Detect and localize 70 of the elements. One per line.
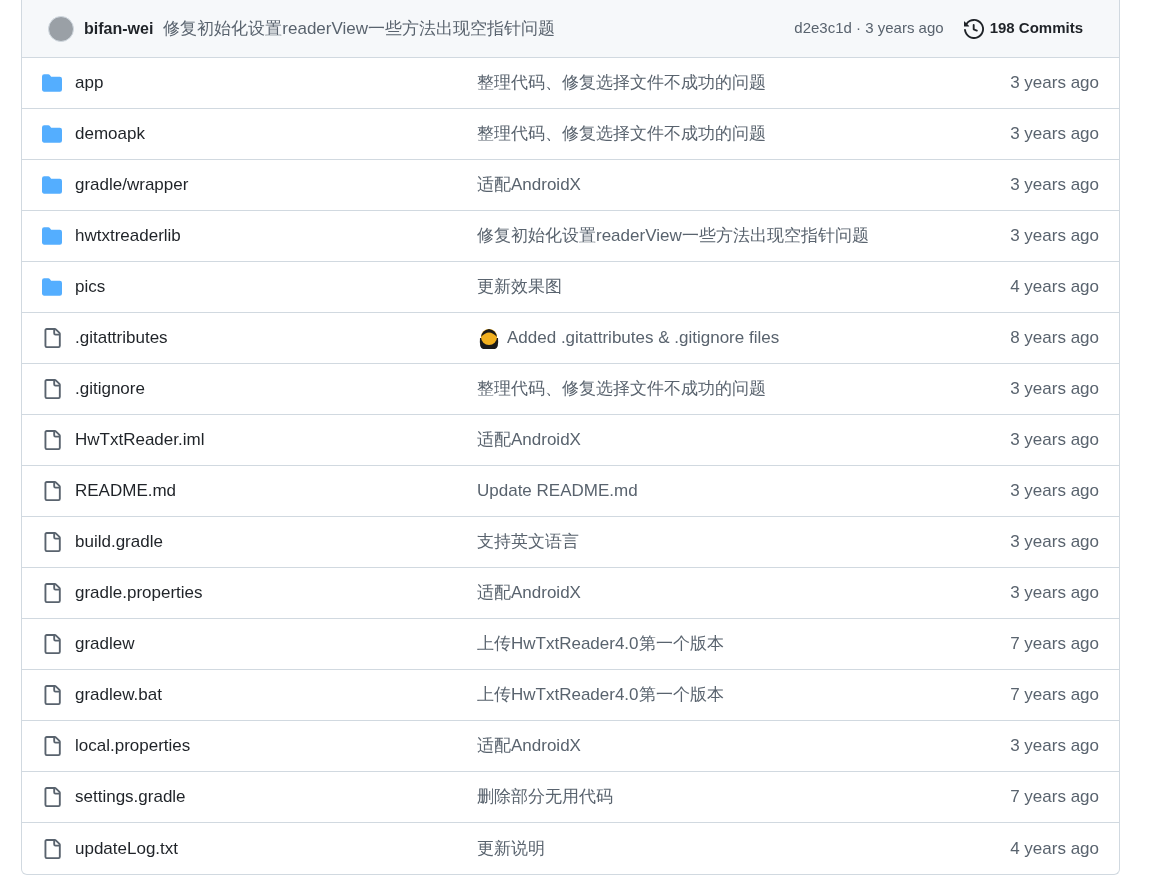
commit-time: 4 years ago xyxy=(1010,276,1099,299)
file-icon xyxy=(42,634,62,654)
file-icon xyxy=(42,532,62,552)
commit-message-link[interactable]: 整理代码、修复选择文件不成功的问题 xyxy=(477,70,766,96)
file-icon xyxy=(42,328,62,348)
file-icon xyxy=(42,787,62,807)
folder-icon xyxy=(42,277,62,297)
commits-link[interactable]: 198 Commits xyxy=(963,17,1083,40)
commit-time: 8 years ago xyxy=(1010,327,1099,350)
file-link[interactable]: gradlew xyxy=(75,634,135,654)
folder-icon xyxy=(42,124,62,144)
commit-time: 7 years ago xyxy=(1010,786,1099,809)
file-link[interactable]: .gitattributes xyxy=(75,328,168,348)
commit-time: 3 years ago xyxy=(1010,735,1099,758)
folder-link[interactable]: hwtxtreaderlib xyxy=(75,226,181,246)
commit-time: 3 years ago xyxy=(1010,225,1099,248)
file-link[interactable]: gradle.properties xyxy=(75,583,203,603)
file-link[interactable]: gradlew.bat xyxy=(75,685,162,705)
folder-icon xyxy=(42,73,62,93)
commit-message-link[interactable]: 修复初始化设置readerView一些方法出现空指针问题 xyxy=(163,15,556,42)
commit-sha-link[interactable]: d2e3c1d · 3 years ago xyxy=(794,17,944,40)
folder-link[interactable]: gradle/wrapper xyxy=(75,175,189,195)
commit-message-link[interactable]: 更新说明 xyxy=(477,835,545,862)
file-icon xyxy=(42,838,62,859)
commit-time: 7 years ago xyxy=(1010,633,1099,656)
file-icon xyxy=(42,685,62,705)
file-icon xyxy=(42,430,62,450)
history-icon xyxy=(963,18,984,39)
commit-time: 3 years ago xyxy=(1010,531,1099,554)
commit-message-link[interactable]: Update README.md xyxy=(477,478,638,504)
file-icon xyxy=(42,736,62,756)
commit-time: 3 years ago xyxy=(1010,378,1099,401)
commit-message-link[interactable]: 适配AndroidX xyxy=(477,172,581,198)
file-icon xyxy=(42,583,62,603)
commit-time: 4 years ago xyxy=(1010,837,1099,860)
commit-message-link[interactable]: 整理代码、修复选择文件不成功的问题 xyxy=(477,376,766,402)
commit-time: 3 years ago xyxy=(1010,174,1099,197)
avatar[interactable] xyxy=(48,15,74,42)
commit-message-link[interactable]: Added .gitattributes & .gitignore files xyxy=(507,325,780,351)
commit-message-link[interactable]: 上传HwTxtReader4.0第一个版本 xyxy=(477,682,724,708)
commit-message-link[interactable]: 适配AndroidX xyxy=(477,580,581,606)
file-link[interactable]: HwTxtReader.iml xyxy=(75,430,205,450)
folder-icon xyxy=(42,175,62,195)
file-link[interactable]: updateLog.txt xyxy=(75,838,179,858)
commit-time: 3 years ago xyxy=(1010,429,1099,452)
commit-time: 3 years ago xyxy=(1010,480,1099,503)
commit-time: 3 years ago xyxy=(1010,123,1099,146)
commit-message-link[interactable]: 适配AndroidX xyxy=(477,427,581,453)
commit-time: 3 years ago xyxy=(1010,582,1099,605)
file-link[interactable]: README.md xyxy=(75,481,177,501)
folder-link[interactable]: pics xyxy=(75,277,106,297)
commit-message-link[interactable]: 修复初始化设置readerView一些方法出现空指针问题 xyxy=(477,223,869,249)
folder-icon xyxy=(42,226,62,246)
file-link[interactable]: settings.gradle xyxy=(75,787,186,807)
commit-message-link[interactable]: 支持英文语言 xyxy=(477,529,579,555)
file-link[interactable]: .gitignore xyxy=(75,379,145,399)
commit-message-link[interactable]: 删除部分无用代码 xyxy=(477,784,613,810)
commit-time: 7 years ago xyxy=(1010,684,1099,707)
file-icon xyxy=(42,379,62,399)
file-link[interactable]: build.gradle xyxy=(75,532,163,552)
folder-link[interactable]: demoapk xyxy=(75,124,145,144)
author-link[interactable]: bifan-wei xyxy=(84,16,154,41)
commit-message-link[interactable]: 整理代码、修复选择文件不成功的问题 xyxy=(477,121,766,147)
commit-message-link[interactable]: 更新效果图 xyxy=(477,274,562,300)
commit-time: 3 years ago xyxy=(1010,72,1099,95)
folder-link[interactable]: app xyxy=(75,73,104,93)
commit-message-link[interactable]: 适配AndroidX xyxy=(477,733,581,759)
commit-message-link[interactable]: 上传HwTxtReader4.0第一个版本 xyxy=(477,631,724,657)
file-icon xyxy=(42,481,62,501)
file-link[interactable]: local.properties xyxy=(75,736,191,756)
